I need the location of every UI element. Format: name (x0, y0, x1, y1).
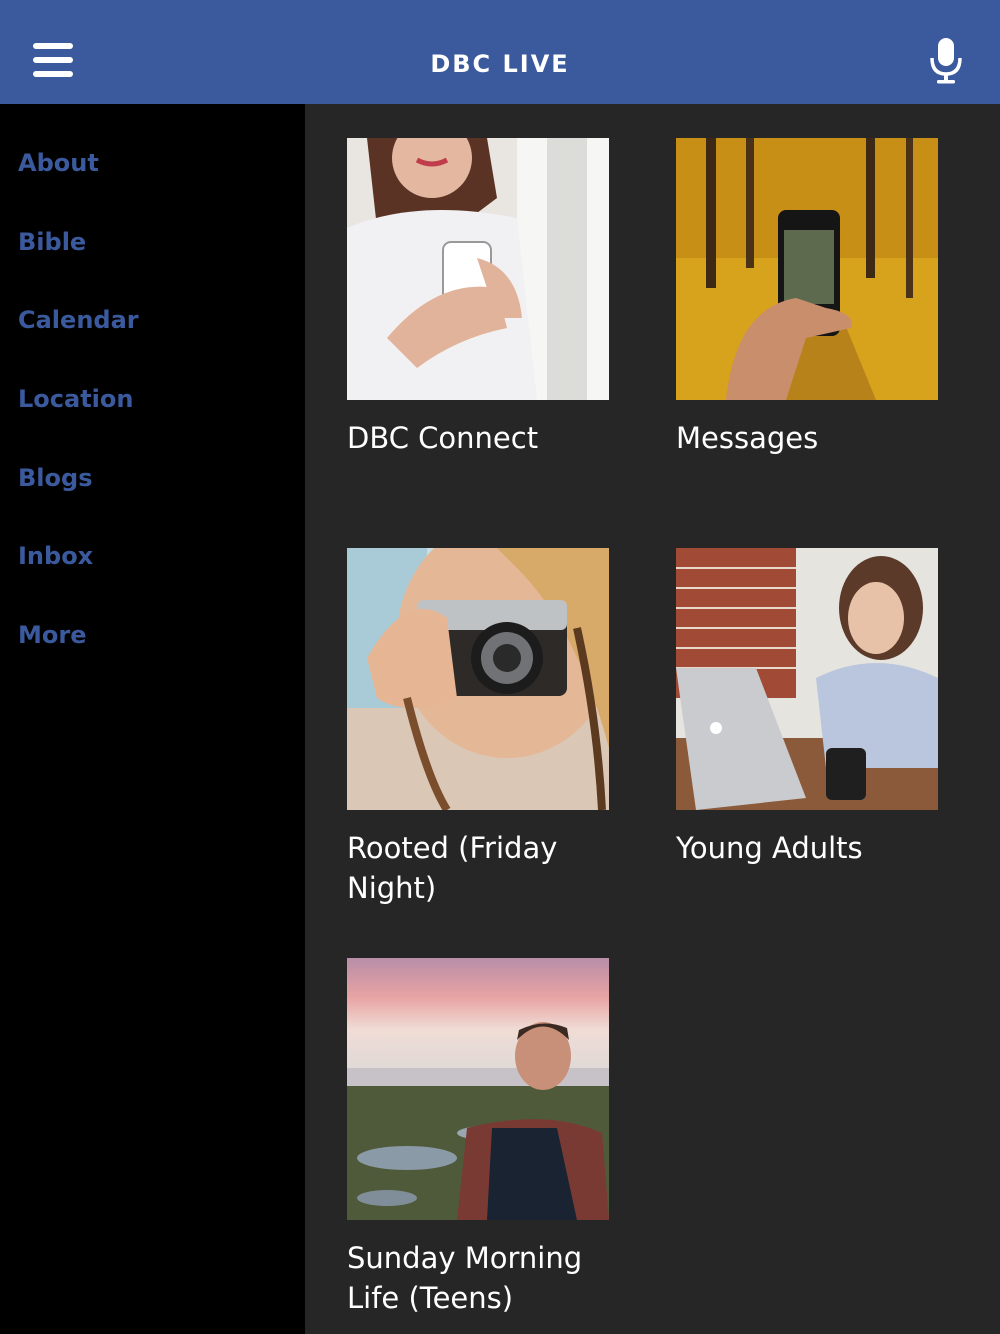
tile-label: DBC Connect (347, 421, 539, 455)
app-header: DBC LIVE (0, 0, 1000, 104)
sidebar-item-location[interactable]: Location (18, 385, 133, 413)
microphone-icon (930, 38, 962, 84)
woman-with-vintage-camera-image (347, 548, 609, 810)
tile-label: Sunday Morning Life (Teens) (347, 1241, 583, 1315)
tile-label: Rooted (Friday Night) (347, 831, 558, 905)
sidebar-item-bible[interactable]: Bible (18, 228, 86, 256)
sidebar-item-inbox[interactable]: Inbox (18, 542, 93, 570)
sidebar-item-calendar[interactable]: Calendar (18, 306, 139, 334)
tile-young-adults[interactable]: Young Adults (676, 548, 938, 868)
tile-dbc-connect[interactable]: DBC Connect (347, 138, 609, 458)
sidebar-item-blogs[interactable]: Blogs (18, 464, 92, 492)
phone-photographing-autumn-forest-image (676, 138, 938, 400)
app-title: DBC LIVE (430, 50, 570, 78)
sidebar-nav: About Bible Calendar Location Blogs Inbo… (0, 104, 305, 1334)
woman-working-on-laptop-image (676, 548, 938, 810)
tile-rooted-friday-night[interactable]: Rooted (Friday Night) (347, 548, 609, 908)
sidebar-item-more[interactable]: More (18, 621, 86, 649)
microphone-button[interactable] (928, 36, 964, 84)
woman-holding-smartphone-image (347, 138, 609, 400)
tile-messages[interactable]: Messages (676, 138, 938, 458)
hamburger-menu-icon (33, 43, 73, 49)
tile-label: Messages (676, 421, 819, 455)
tile-label: Young Adults (676, 831, 863, 865)
tile-sunday-morning-life-teens[interactable]: Sunday Morning Life (Teens) (347, 958, 609, 1318)
man-facing-sunset-beach-image (347, 958, 609, 1220)
sidebar-item-about[interactable]: About (18, 149, 99, 177)
